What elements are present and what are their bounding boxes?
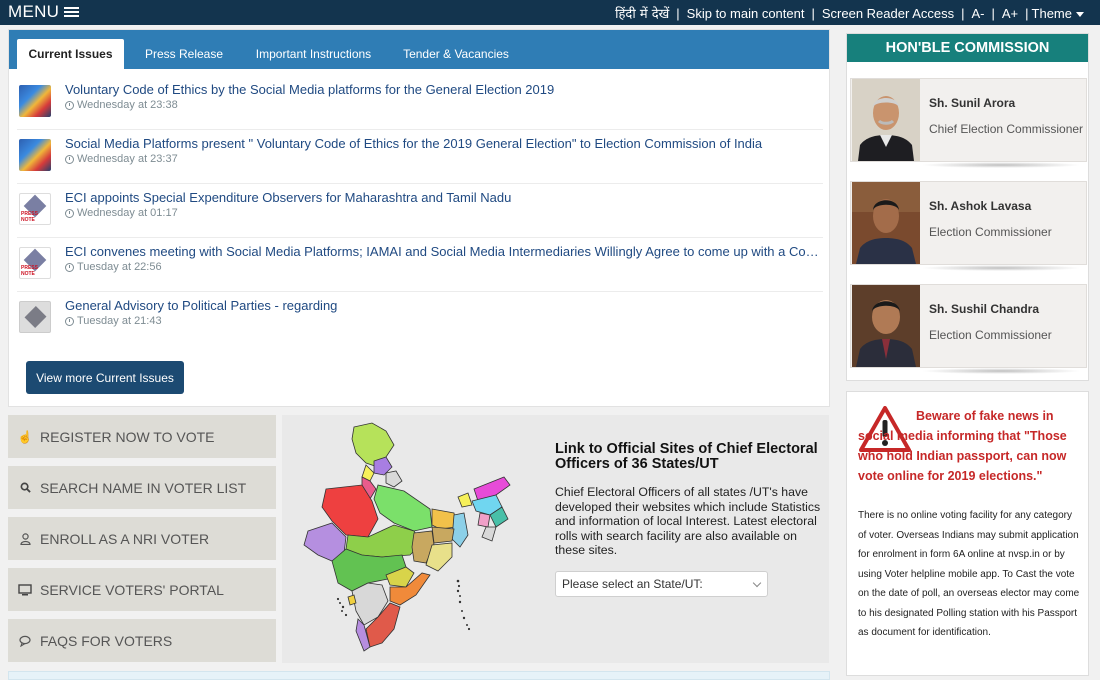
commission-panel: HON'BLE COMMISSION Sh. Sunil Arora Chief… [846,33,1089,381]
commission-heading: HON'BLE COMMISSION [847,34,1088,62]
news-title[interactable]: General Advisory to Political Parties - … [65,298,825,313]
press-note-thumbnail: PRESS NOTE [19,247,51,279]
social-media-thumbnail [19,139,51,171]
news-panel: Current Issues Press Release Important I… [8,29,830,407]
clock-icon [65,316,74,326]
member-photo [852,182,920,264]
screen-reader-link[interactable]: Screen Reader Access [822,6,954,21]
service-voters-link[interactable]: SERVICE VOTERS' PORTAL [8,568,276,611]
clock-icon [65,208,74,218]
font-decrease-button[interactable]: A- [971,6,984,21]
fake-news-alert: Beware of fake news in social media info… [846,391,1089,676]
font-increase-button[interactable]: A+ [1002,6,1018,21]
member-role: Election Commissioner [929,328,1052,342]
member-photo [852,79,920,161]
hand-pointer-icon: ☝ [17,429,33,444]
theme-button[interactable]: Theme [1032,6,1084,21]
news-time: Wednesday at 23:37 [65,153,178,165]
alert-title: Beware of fake news in social media info… [858,409,1067,483]
news-item[interactable]: PRESS NOTE ECI appoints Special Expendit… [17,184,823,238]
evm-thumbnail [19,301,51,333]
tab-tender-vacancies[interactable]: Tender & Vacancies [392,39,520,69]
news-title[interactable]: ECI appoints Special Expenditure Observe… [65,190,825,205]
news-item[interactable]: General Advisory to Political Parties - … [17,292,823,346]
ceo-description: Chief Electoral Officers of all states /… [555,485,821,557]
menu-button[interactable]: MENU [8,2,80,22]
tab-bar: Current Issues Press Release Important I… [9,30,829,69]
nri-voter-link[interactable]: ENROLL AS A NRI VOTER [8,517,276,560]
state-select-value: Please select an State/UT: [562,577,703,591]
member-card[interactable]: Sh. Ashok Lavasa Election Commissioner [850,181,1087,265]
press-note-thumbnail: PRESS NOTE [19,193,51,225]
member-card[interactable]: Sh. Sushil Chandra Election Commissioner [850,284,1087,368]
india-map[interactable] [282,415,542,663]
theme-label: Theme [1031,5,1072,21]
member-name: Sh. Sunil Arora [929,96,1016,110]
utility-links: हिंदी में देखें | Skip to main content |… [615,4,1084,22]
state-select[interactable]: Please select an State/UT: [555,571,768,597]
chat-icon [18,634,32,648]
alert-description: There is no online voting facility for a… [858,510,1080,638]
tab-current-issues[interactable]: Current Issues [17,39,124,69]
tab-important-instructions[interactable]: Important Instructions [245,39,382,69]
search-voter-link[interactable]: SEARCH NAME IN VOTER LIST [8,466,276,509]
member-card[interactable]: Sh. Sunil Arora Chief Election Commissio… [850,78,1087,162]
info-strip [8,671,830,680]
user-icon [18,532,32,546]
member-role: Chief Election Commissioner [929,122,1084,136]
news-time: Tuesday at 21:43 [65,315,162,327]
top-bar: MENU हिंदी में देखें | Skip to main cont… [0,0,1100,25]
tab-press-release[interactable]: Press Release [133,39,235,69]
hamburger-icon [64,6,80,18]
news-time: Wednesday at 23:38 [65,99,178,111]
ceo-links-section: Link to Official Sites of Chief Electora… [282,415,829,663]
search-icon [18,481,32,495]
skip-link[interactable]: Skip to main content [687,6,805,21]
news-time: Tuesday at 22:56 [65,261,162,273]
clock-icon [65,100,74,110]
member-role: Election Commissioner [929,225,1052,239]
news-item[interactable]: Social Media Platforms present " Volunta… [17,130,823,184]
caret-down-icon [1076,11,1084,17]
chevron-down-icon [752,578,762,588]
social-media-thumbnail [19,85,51,117]
monitor-icon [18,583,32,597]
news-time: Wednesday at 01:17 [65,207,178,219]
member-photo [852,285,920,367]
news-title[interactable]: Social Media Platforms present " Volunta… [65,136,825,151]
news-item[interactable]: PRESS NOTE ECI convenes meeting with Soc… [17,238,825,292]
news-title[interactable]: ECI convenes meeting with Social Media P… [65,244,825,259]
menu-label: MENU [8,2,60,21]
news-item[interactable]: Voluntary Code of Ethics by the Social M… [17,76,823,130]
news-title[interactable]: Voluntary Code of Ethics by the Social M… [65,82,825,97]
ceo-title: Link to Official Sites of Chief Electora… [555,441,818,472]
faqs-link[interactable]: FAQS FOR VOTERS [8,619,276,662]
register-link[interactable]: ☝ REGISTER NOW TO VOTE [8,415,276,458]
view-more-button[interactable]: View more Current Issues [26,361,184,394]
member-name: Sh. Ashok Lavasa [929,199,1032,213]
clock-icon [65,262,74,272]
member-name: Sh. Sushil Chandra [929,302,1040,316]
hindi-link[interactable]: हिंदी में देखें [615,4,669,22]
clock-icon [65,154,74,164]
